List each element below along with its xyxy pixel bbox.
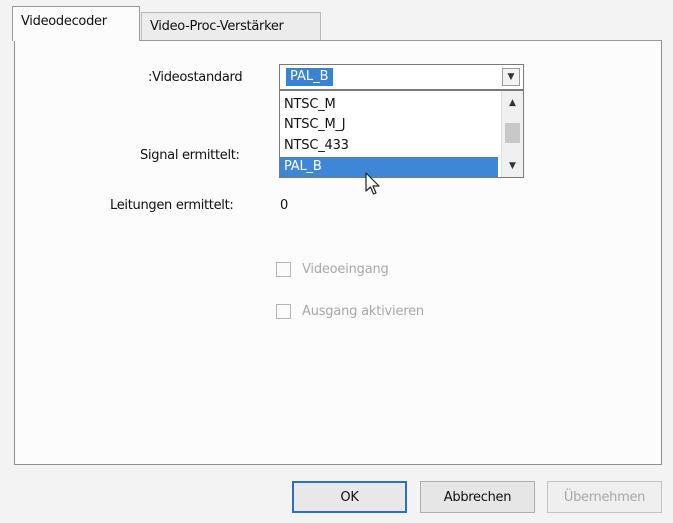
tab-label: Videodecoder (21, 14, 107, 29)
tab-videodecoder[interactable]: Videodecoder (12, 6, 140, 41)
dropdown-option-ntsc-m[interactable]: NTSC_M (280, 95, 498, 115)
videostandard-dropdown-list[interactable]: NTSC_M NTSC_M_J NTSC_433 PAL_B ▲ ▼ (279, 90, 524, 178)
signal-label: Signal ermittelt: (140, 148, 240, 163)
videoeingang-checkbox[interactable] (276, 262, 291, 277)
tab-label: Video-Proc-Verstärker (150, 19, 284, 34)
videoeingang-label: Videoeingang (302, 262, 389, 277)
chevron-down-icon[interactable]: ▼ (502, 156, 523, 176)
scrollbar-thumb[interactable] (505, 123, 520, 143)
chevron-up-icon[interactable]: ▲ (502, 93, 523, 113)
properties-dialog: Videodecoder Video-Proc-Verstärker :Vide… (0, 0, 673, 523)
videostandard-combobox[interactable]: PAL_B ▼ (279, 64, 524, 90)
mouse-pointer-icon (365, 172, 380, 195)
ausgang-row: Ausgang aktivieren (276, 304, 424, 319)
videostandard-label: :Videostandard (148, 70, 243, 85)
cancel-button[interactable]: Abbrechen (420, 481, 535, 513)
dropdown-scrollbar[interactable]: ▲ ▼ (501, 91, 523, 177)
leitungen-value: 0 (280, 198, 288, 213)
leitungen-label: Leitungen ermittelt: (110, 198, 234, 213)
ok-button[interactable]: OK (292, 481, 407, 513)
videostandard-selected-value: PAL_B (286, 68, 333, 86)
tab-video-proc-verstaerker[interactable]: Video-Proc-Verstärker (141, 12, 321, 41)
dropdown-option-pal-b[interactable]: PAL_B (280, 157, 498, 177)
apply-button[interactable]: Übernehmen (547, 481, 662, 513)
dropdown-option-ntsc-m-j[interactable]: NTSC_M_J (280, 115, 498, 135)
ausgang-aktivieren-label: Ausgang aktivieren (302, 304, 424, 319)
chevron-down-icon[interactable]: ▼ (502, 68, 520, 86)
videoeingang-row: Videoeingang (276, 262, 389, 277)
dropdown-option-ntsc-433[interactable]: NTSC_433 (280, 136, 498, 156)
ausgang-aktivieren-checkbox[interactable] (276, 304, 291, 319)
